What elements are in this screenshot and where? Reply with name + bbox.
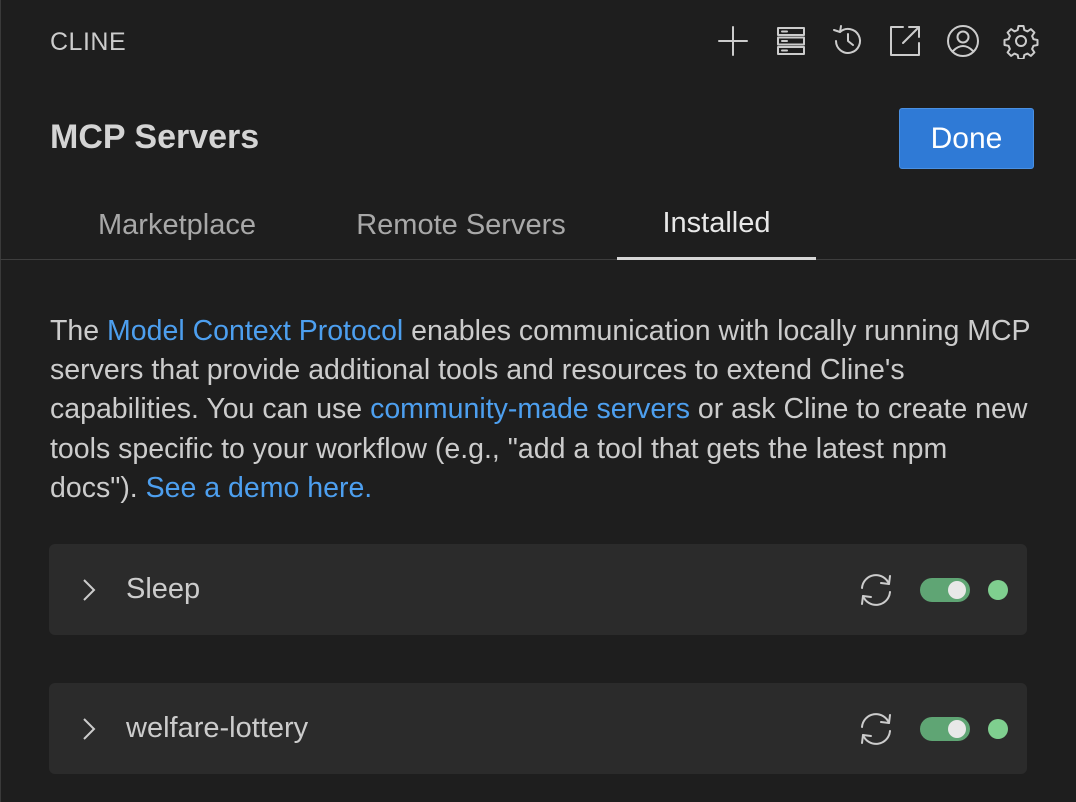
settings-icon[interactable] [1002, 22, 1040, 60]
chevron-right-icon[interactable] [76, 683, 102, 774]
server-toggle[interactable] [920, 578, 970, 602]
demo-link[interactable]: See a demo here. [146, 472, 373, 504]
status-indicator [988, 719, 1008, 739]
server-icon[interactable] [772, 22, 810, 60]
top-bar: CLINE [0, 0, 1076, 86]
done-button[interactable]: Done [899, 108, 1034, 169]
server-name: welfare-lottery [126, 712, 309, 744]
account-icon[interactable] [944, 22, 982, 60]
description-text: The [50, 315, 108, 347]
plus-icon[interactable] [714, 22, 752, 60]
server-row-welfare-lottery: welfare-lottery [0, 683, 1076, 774]
model-context-protocol-link[interactable]: Model Context Protocol [107, 315, 403, 347]
app-title: CLINE [50, 28, 127, 56]
restart-icon[interactable] [856, 683, 896, 774]
panel-border [0, 0, 1, 802]
popout-icon[interactable] [886, 22, 924, 60]
chevron-right-icon[interactable] [76, 544, 102, 635]
page-title: MCP Servers [50, 118, 260, 156]
tab-installed[interactable]: Installed [617, 190, 816, 260]
toggle-knob [948, 581, 966, 599]
toggle-knob [948, 720, 966, 738]
mcp-description: The Model Context Protocol enables commu… [50, 312, 1040, 508]
tab-remote-servers[interactable]: Remote Servers [318, 190, 604, 260]
restart-icon[interactable] [856, 544, 896, 635]
tab-bar: Marketplace Remote Servers Installed [0, 190, 1076, 260]
server-row-sleep: Sleep [0, 544, 1076, 635]
server-toggle[interactable] [920, 717, 970, 741]
server-name: Sleep [126, 573, 201, 605]
history-icon[interactable] [829, 22, 867, 60]
community-servers-link[interactable]: community-made servers [370, 393, 690, 425]
tab-marketplace[interactable]: Marketplace [62, 190, 292, 260]
status-indicator [988, 580, 1008, 600]
